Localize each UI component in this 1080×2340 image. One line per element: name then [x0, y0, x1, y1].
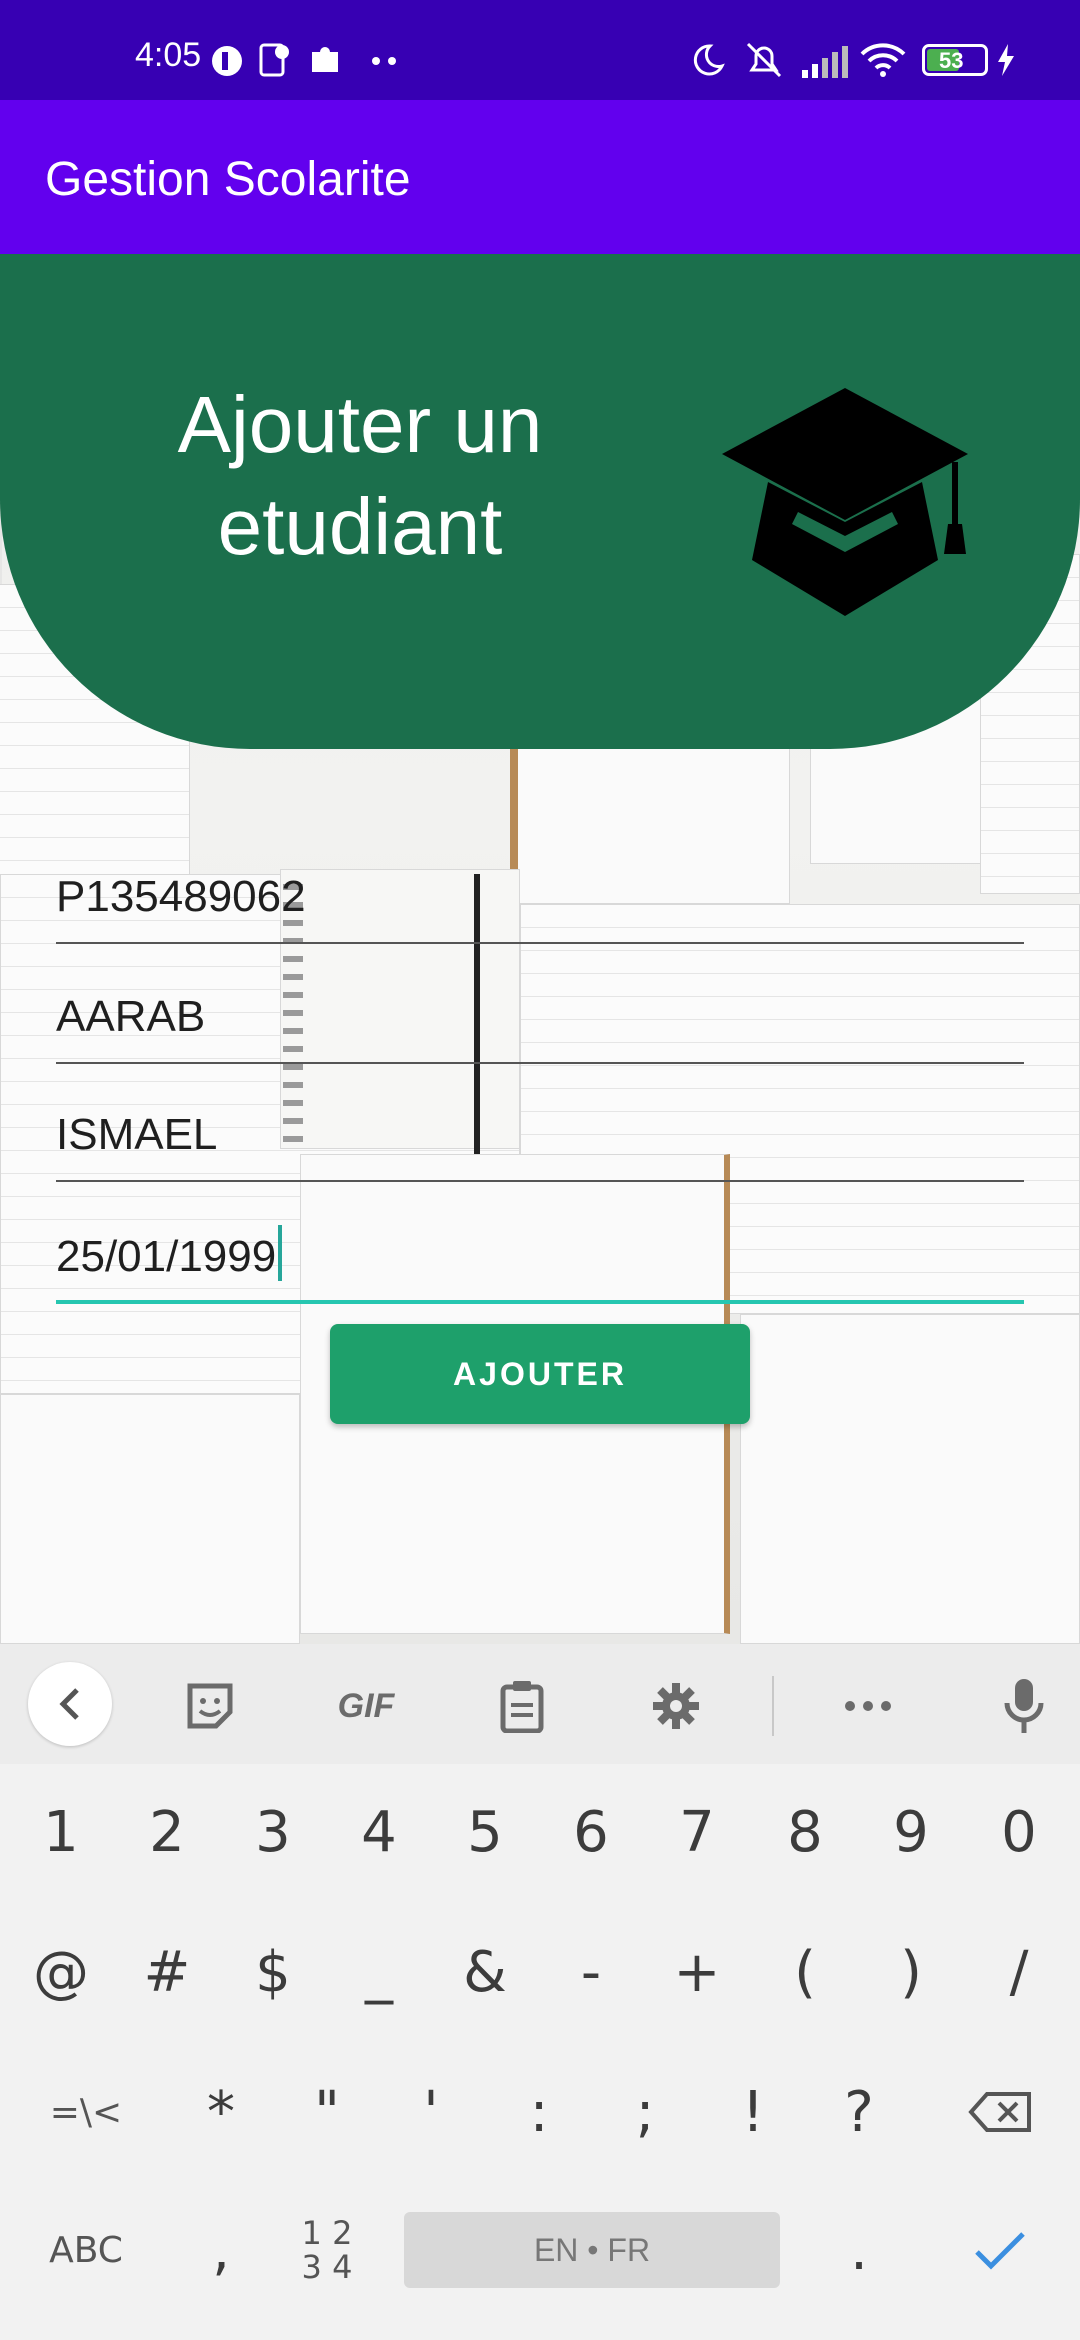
- key-9[interactable]: 9: [858, 1772, 964, 1892]
- key-5[interactable]: 5: [432, 1772, 538, 1892]
- enter-key[interactable]: [940, 2190, 1060, 2310]
- hero-banner: Ajouter un etudiant: [0, 254, 1080, 749]
- numpad-label-top: 1 2: [301, 2214, 353, 2252]
- hero-title: Ajouter un etudiant: [100, 374, 620, 578]
- cne-value: P135489062: [56, 872, 306, 921]
- sticker-button[interactable]: [172, 1668, 248, 1744]
- hero-title-line-1: Ajouter un: [177, 380, 543, 469]
- clipboard-icon: [500, 1681, 544, 1733]
- gear-icon: [653, 1683, 699, 1729]
- key-comma[interactable]: ,: [168, 2190, 274, 2310]
- birth-date-underline: [56, 1300, 1024, 1304]
- key-6[interactable]: 6: [538, 1772, 644, 1892]
- birth-date-value: 25/01/1999: [56, 1232, 277, 1281]
- key-plus[interactable]: +: [644, 1912, 750, 2032]
- chevron-left-icon: [59, 1688, 79, 1720]
- last-name-field[interactable]: AARAB: [56, 974, 1024, 1064]
- key-asterisk[interactable]: *: [168, 2052, 274, 2172]
- key-exclamation[interactable]: !: [700, 2052, 806, 2172]
- voice-input-button[interactable]: [986, 1668, 1062, 1744]
- signal-icon: [802, 46, 848, 78]
- space-key[interactable]: EN • FR: [404, 2212, 780, 2288]
- more-options-button[interactable]: [830, 1668, 906, 1744]
- key-at[interactable]: @: [8, 1912, 114, 2032]
- key-open-paren[interactable]: (: [752, 1912, 858, 2032]
- cne-underline: [56, 942, 1024, 944]
- key-0[interactable]: 0: [966, 1772, 1072, 1892]
- key-2[interactable]: 2: [114, 1772, 220, 1892]
- graduation-cap-icon: [722, 388, 968, 616]
- key-question[interactable]: ?: [806, 2052, 912, 2172]
- status-bar: 4:05 53: [0, 0, 1080, 100]
- key-more-symbols[interactable]: =\<: [16, 2052, 156, 2172]
- content-area: Ajouter un etudiant P135489062 AARAB ISM…: [0, 254, 1080, 1644]
- key-ampersand[interactable]: &: [432, 1912, 538, 2032]
- microphone-icon: [1004, 1679, 1044, 1733]
- first-name-value: ISMAEL: [56, 1110, 218, 1159]
- key-colon[interactable]: :: [486, 2052, 592, 2172]
- key-close-paren[interactable]: ): [858, 1912, 964, 2032]
- charging-bolt-icon: [998, 44, 1014, 76]
- key-period[interactable]: .: [806, 2190, 912, 2310]
- last-name-underline: [56, 1062, 1024, 1064]
- backspace-icon: [968, 2092, 1031, 2132]
- message-notification-icon: [259, 43, 289, 77]
- battery-level: 53: [939, 48, 964, 73]
- key-semicolon[interactable]: ;: [592, 2052, 698, 2172]
- key-slash[interactable]: /: [966, 1912, 1072, 2032]
- first-name-field[interactable]: ISMAEL: [56, 1092, 1024, 1182]
- more-horizontal-icon: [845, 1701, 891, 1711]
- key-minus[interactable]: -: [538, 1912, 644, 2032]
- gif-button[interactable]: GIF: [326, 1668, 406, 1744]
- silent-bell-icon: [746, 42, 782, 78]
- toolbar-divider: [772, 1676, 774, 1736]
- more-notifications-icon: [372, 57, 396, 65]
- toolbar-back-button[interactable]: [28, 1662, 112, 1746]
- battery-icon: 53: [922, 44, 988, 76]
- soft-keyboard: GIF 1 2 3 4 5 6 7 8 9 0 @ # $ _ & - + (…: [0, 1644, 1080, 2340]
- keyboard-keys: 1 2 3 4 5 6 7 8 9 0 @ # $ _ & - + ( ) / …: [0, 1764, 1080, 2340]
- key-3[interactable]: 3: [220, 1772, 326, 1892]
- key-1[interactable]: 1: [8, 1772, 114, 1892]
- key-7[interactable]: 7: [644, 1772, 750, 1892]
- backspace-key[interactable]: [940, 2052, 1060, 2172]
- app-bar: Gestion Scolarite: [0, 100, 1080, 254]
- do-not-disturb-moon-icon: [693, 44, 725, 76]
- wifi-icon: [860, 43, 906, 77]
- hero-title-line-2: etudiant: [217, 482, 503, 571]
- sticker-icon: [187, 1683, 233, 1729]
- first-name-underline: [56, 1180, 1024, 1182]
- key-8[interactable]: 8: [752, 1772, 858, 1892]
- numpad-key[interactable]: 1 2 3 4: [274, 2190, 380, 2310]
- checkmark-icon: [975, 2232, 1025, 2270]
- key-single-quote[interactable]: ': [378, 2052, 484, 2172]
- key-underscore[interactable]: _: [326, 1912, 432, 2032]
- app-title: Gestion Scolarite: [45, 153, 411, 206]
- abc-key[interactable]: ABC: [16, 2190, 156, 2310]
- numpad-label-bottom: 3 4: [301, 2248, 353, 2286]
- text-cursor: [278, 1225, 283, 1281]
- status-time: 4:05: [135, 36, 202, 74]
- last-name-value: AARAB: [56, 992, 206, 1041]
- cne-field[interactable]: P135489062: [56, 854, 1024, 944]
- key-4[interactable]: 4: [326, 1772, 432, 1892]
- add-student-button[interactable]: AJOUTER: [330, 1324, 750, 1424]
- key-dollar[interactable]: $: [220, 1912, 326, 2032]
- key-double-quote[interactable]: ": [274, 2052, 380, 2172]
- gif-label: GIF: [337, 1686, 395, 1725]
- settings-button[interactable]: [638, 1668, 714, 1744]
- puzzle-icon: [312, 47, 338, 72]
- birth-date-field[interactable]: 25/01/1999: [56, 1214, 1024, 1304]
- notification-app-icon: [212, 46, 242, 76]
- key-hash[interactable]: #: [114, 1912, 220, 2032]
- keyboard-toolbar: GIF: [0, 1644, 1080, 1764]
- clipboard-button[interactable]: [484, 1668, 560, 1744]
